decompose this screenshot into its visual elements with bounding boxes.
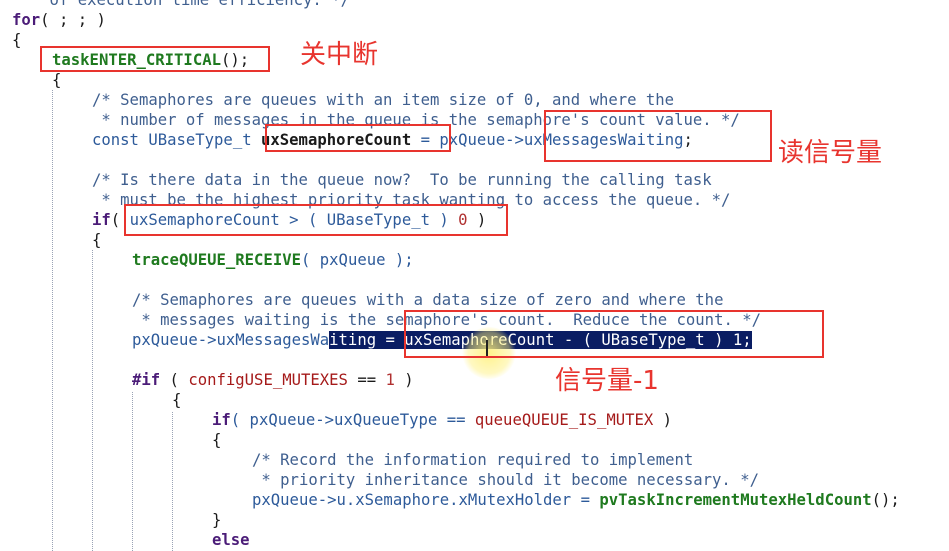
code-line[interactable]: /* Semaphores are queues with a data siz… <box>132 290 723 310</box>
code-line[interactable]: traceQUEUE_RECEIVE( pxQueue ); <box>132 250 414 270</box>
code-line[interactable]: } <box>212 510 221 530</box>
code-line[interactable]: { <box>212 430 221 450</box>
indent-guide <box>132 392 133 551</box>
code-line[interactable]: for( ; ; ) <box>12 10 106 30</box>
code-line[interactable]: else <box>212 530 250 550</box>
code-editor[interactable]: of execution time efficiency. */ for( ; … <box>0 0 949 551</box>
indent-guide <box>92 250 93 551</box>
code-line[interactable]: /* Semaphores are queues with an item si… <box>92 90 674 110</box>
annotation-disable-interrupts: 关中断 <box>300 40 379 70</box>
code-line[interactable]: /* Is there data in the queue now? To be… <box>92 170 712 190</box>
annotation-box-decrement <box>404 310 824 358</box>
code-line[interactable]: pxQueue->u.xSemaphore.xMutexHolder = pvT… <box>252 490 900 510</box>
code-line[interactable]: of execution time efficiency. */ <box>12 0 350 10</box>
code-line[interactable]: #if ( configUSE_MUTEXES == 1 ) <box>132 370 414 390</box>
annotation-box-semaphore-count <box>265 124 451 152</box>
annotation-box-messages-waiting <box>544 110 772 162</box>
code-line[interactable]: { <box>12 30 21 50</box>
annotation-read-semaphore: 读信号量 <box>778 138 883 168</box>
annotation-box-enter-critical <box>40 46 270 72</box>
annotation-box-if-condition <box>124 204 508 236</box>
code-line[interactable]: if( pxQueue->uxQueueType == queueQUEUE_I… <box>212 410 672 430</box>
code-line[interactable]: * priority inheritance should it become … <box>252 470 759 490</box>
code-line[interactable]: /* Record the information required to im… <box>252 450 693 470</box>
code-line[interactable]: { <box>52 70 61 90</box>
indent-guide <box>172 412 173 551</box>
code-line[interactable]: { <box>172 390 181 410</box>
annotation-semaphore-minus-one: 信号量-1 <box>555 366 659 396</box>
indent-guide <box>52 90 53 551</box>
code-line[interactable]: { <box>92 230 101 250</box>
